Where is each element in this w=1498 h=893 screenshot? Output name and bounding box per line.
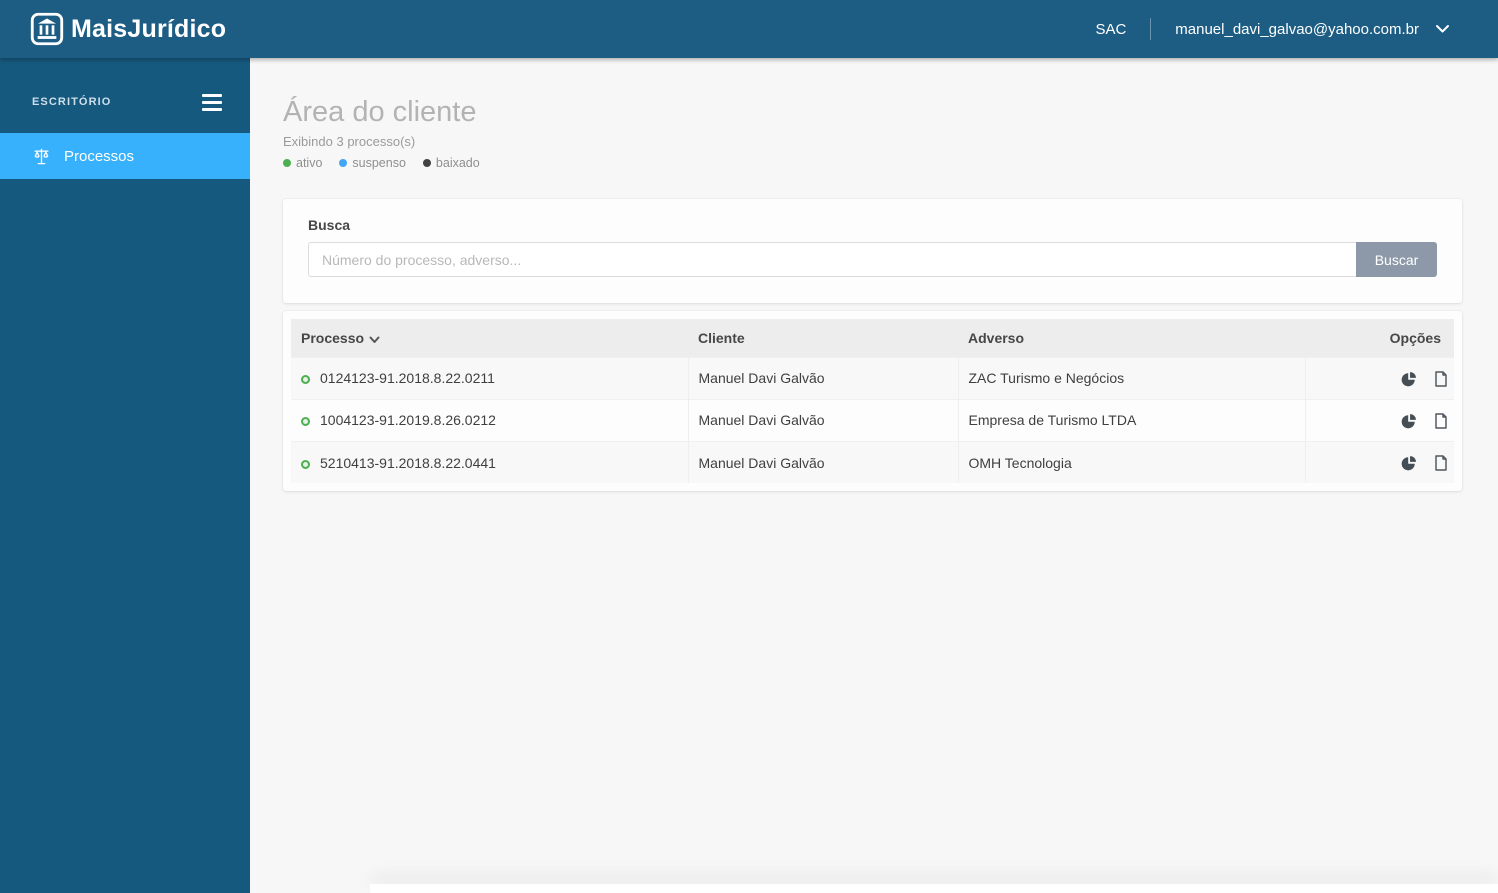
- pie-chart-icon[interactable]: [1401, 455, 1417, 471]
- pie-chart-icon[interactable]: [1401, 413, 1417, 429]
- sac-link[interactable]: SAC: [1095, 21, 1126, 38]
- process-table-card: Processo Cliente Adverso Opções 0124123-…: [283, 311, 1462, 492]
- navbar-right: SAC manuel_davi_galvao@yahoo.com.br: [1095, 18, 1450, 40]
- content-area: Área do cliente Exibindo 3 processo(s) a…: [250, 58, 1498, 893]
- hamburger-menu-icon[interactable]: [202, 92, 222, 113]
- table-row: 1004123-91.2019.8.26.0212 Manuel Davi Ga…: [291, 399, 1454, 442]
- table-row: 5210413-91.2018.8.22.0441 Manuel Davi Ga…: [291, 441, 1454, 484]
- cell-processo: 5210413-91.2018.8.22.0441: [291, 441, 688, 483]
- scales-of-justice-icon: [34, 148, 49, 164]
- search-card: Busca Buscar: [283, 199, 1462, 304]
- search-input[interactable]: [308, 242, 1356, 278]
- search-button[interactable]: Buscar: [1356, 242, 1437, 278]
- column-header-cliente: Cliente: [688, 319, 958, 358]
- chevron-down-icon: [1436, 25, 1449, 33]
- legend-item-baixado: baixado: [422, 156, 480, 171]
- brand-logo[interactable]: MaisJurídico: [30, 12, 226, 46]
- search-input-group: Buscar: [308, 242, 1437, 278]
- cell-opcoes: [1304, 441, 1454, 484]
- legend-item-suspenso: suspenso: [339, 156, 406, 170]
- table-header-row: Processo Cliente Adverso Opções: [291, 319, 1454, 358]
- sidebar-item-processos[interactable]: Processos: [0, 133, 250, 179]
- legend-dot-baixado: [422, 159, 431, 168]
- search-label: Busca: [308, 217, 351, 234]
- user-menu[interactable]: manuel_davi_galvao@yahoo.com.br: [1175, 21, 1450, 38]
- page-subtitle: Exibindo 3 processo(s): [283, 134, 416, 150]
- status-legend: ativo suspenso baixado: [283, 156, 1462, 170]
- legend-dot-suspenso: [339, 159, 348, 168]
- document-icon[interactable]: [1434, 413, 1448, 429]
- cell-cliente: Manuel Davi Galvão: [687, 357, 958, 400]
- cell-cliente: Manuel Davi Galvão: [687, 441, 958, 484]
- status-dot-ativo: [301, 375, 310, 385]
- user-email: manuel_davi_galvao@yahoo.com.br: [1175, 20, 1419, 38]
- sidebar-nav: Processos: [0, 133, 250, 179]
- courthouse-icon: [30, 12, 64, 46]
- cell-adverso: OMH Tecnologia: [957, 441, 1305, 484]
- pie-chart-icon[interactable]: [1401, 371, 1417, 387]
- cell-adverso: Empresa de Turismo LTDA: [957, 399, 1305, 442]
- cell-opcoes: [1304, 357, 1454, 400]
- sidebar-section-label: ESCRITÓRIO: [32, 96, 112, 108]
- cell-adverso: ZAC Turismo e Negócios: [957, 357, 1305, 400]
- legend-label-baixado: baixado: [435, 156, 480, 171]
- status-dot-ativo: [301, 417, 310, 427]
- sidebar-item-label: Processos: [64, 147, 135, 165]
- navbar-divider: [1150, 18, 1152, 40]
- process-table: Processo Cliente Adverso Opções 0124123-…: [291, 319, 1454, 484]
- legend-label-suspenso: suspenso: [352, 156, 406, 171]
- sidebar-header: ESCRITÓRIO: [0, 58, 250, 116]
- document-icon[interactable]: [1434, 371, 1448, 387]
- brand-name: MaisJurídico: [71, 14, 227, 43]
- legend-dot-ativo: [283, 159, 291, 168]
- legend-item-ativo: ativo: [283, 156, 322, 170]
- cell-processo: 1004123-91.2019.8.26.0212: [291, 399, 688, 441]
- legend-label-ativo: ativo: [296, 156, 323, 171]
- top-navbar: MaisJurídico SAC manuel_davi_galvao@yaho…: [0, 0, 1498, 58]
- column-header-processo[interactable]: Processo: [291, 319, 688, 358]
- sort-chevron-down-icon: [369, 336, 380, 344]
- app-root: MaisJurídico SAC manuel_davi_galvao@yaho…: [0, 0, 1498, 893]
- page-title: Área do cliente: [283, 96, 477, 128]
- status-dot-ativo: [301, 459, 310, 469]
- column-header-adverso: Adverso: [958, 319, 1305, 358]
- bottom-page-fade: [370, 884, 1498, 893]
- main-layout: ESCRITÓRIO Processos Área do cliente Exi…: [0, 58, 1498, 893]
- table-row: 0124123-91.2018.8.22.0211 Manuel Davi Ga…: [291, 357, 1454, 400]
- cell-cliente: Manuel Davi Galvão: [687, 399, 958, 442]
- cell-processo: 0124123-91.2018.8.22.0211: [291, 357, 688, 399]
- sidebar: ESCRITÓRIO Processos: [0, 58, 250, 893]
- cell-opcoes: [1304, 399, 1454, 442]
- document-icon[interactable]: [1434, 455, 1448, 472]
- column-header-opcoes: Opções: [1305, 319, 1454, 358]
